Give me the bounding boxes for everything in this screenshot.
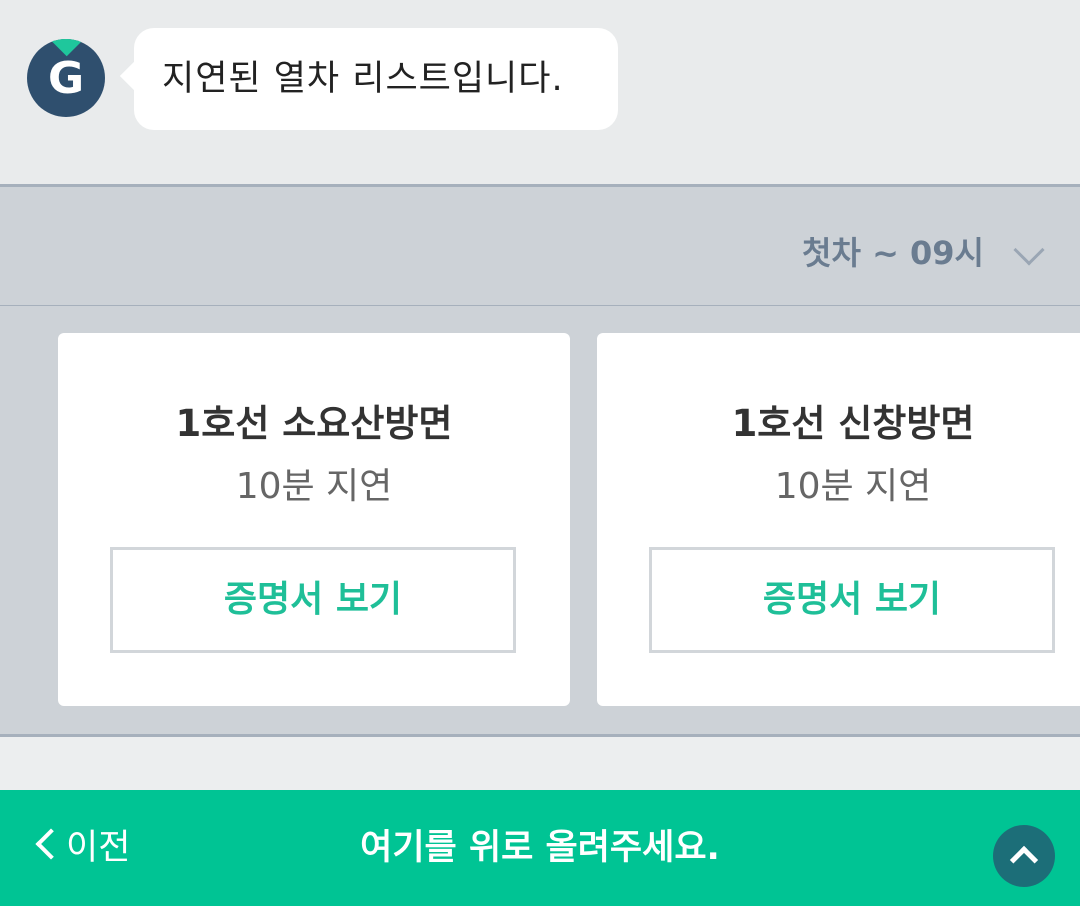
card-title: 1호선 신창방면: [731, 402, 975, 445]
chevron-up-icon[interactable]: [1009, 845, 1039, 875]
spacer: [0, 737, 1080, 790]
chat-message: 지연된 열차 리스트입니다.: [162, 59, 564, 99]
g-logo-icon: G: [47, 53, 85, 104]
chat-bubble: 지연된 열차 리스트입니다.: [134, 28, 618, 130]
chat-area: G 지연된 열차 리스트입니다.: [0, 0, 1080, 184]
delay-card-carousel[interactable]: 1호선 소요산방면 10분 지연 증명서 보기 1호선 신창방면 10분 지연 …: [0, 306, 1080, 734]
delay-card: 1호선 신창방면 10분 지연 증명서 보기: [597, 333, 1080, 706]
prev-button-label[interactable]: 이전: [66, 828, 130, 868]
pull-up-hint: 여기를 위로 올려주세요.: [360, 828, 720, 868]
chevron-left-icon[interactable]: [35, 828, 67, 860]
time-filter-label[interactable]: 첫차 ~ 09시: [802, 187, 984, 305]
view-certificate-button[interactable]: 증명서 보기: [110, 547, 516, 653]
delay-card: 1호선 소요산방면 10분 지연 증명서 보기: [58, 333, 570, 706]
chevron-down-icon[interactable]: [1013, 234, 1045, 266]
card-delay-text: 10분 지연: [235, 466, 393, 507]
view-certificate-button[interactable]: 증명서 보기: [649, 547, 1055, 653]
bot-avatar: G: [27, 39, 105, 117]
card-title: 1호선 소요산방면: [175, 402, 453, 445]
prev-button[interactable]: 이전: [32, 790, 130, 906]
bottom-bar[interactable]: 이전 여기를 위로 올려주세요.: [0, 790, 1080, 906]
time-filter-bar[interactable]: 첫차 ~ 09시: [0, 184, 1080, 308]
card-delay-text: 10분 지연: [774, 466, 932, 507]
scroll-up-button[interactable]: [993, 825, 1055, 887]
